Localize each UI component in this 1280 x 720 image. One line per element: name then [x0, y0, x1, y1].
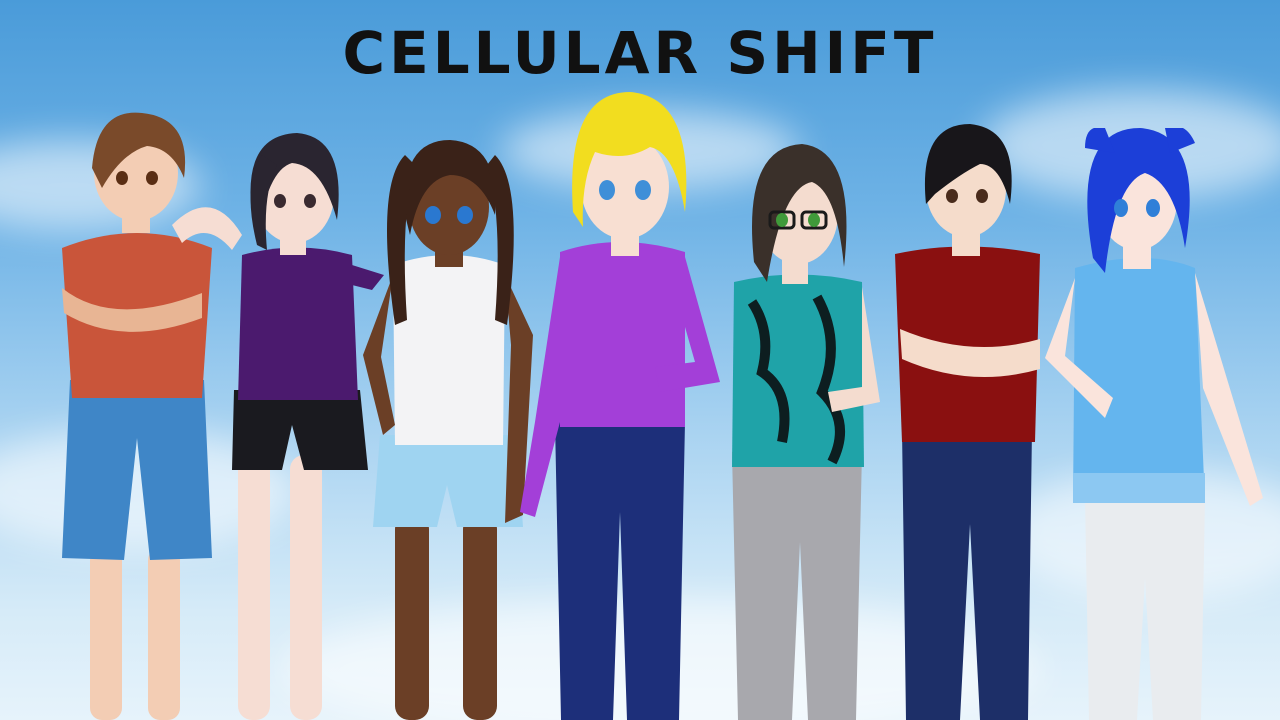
title-screen: CELLULAR SHIFT — [0, 0, 1280, 720]
character-girl-blonde — [515, 92, 725, 720]
character-girl-glasses-dragon-shirt — [722, 142, 882, 720]
character-girl-blue-hair — [1045, 128, 1265, 720]
game-title: CELLULAR SHIFT — [342, 19, 938, 87]
character-boy-black-hair — [890, 124, 1050, 720]
